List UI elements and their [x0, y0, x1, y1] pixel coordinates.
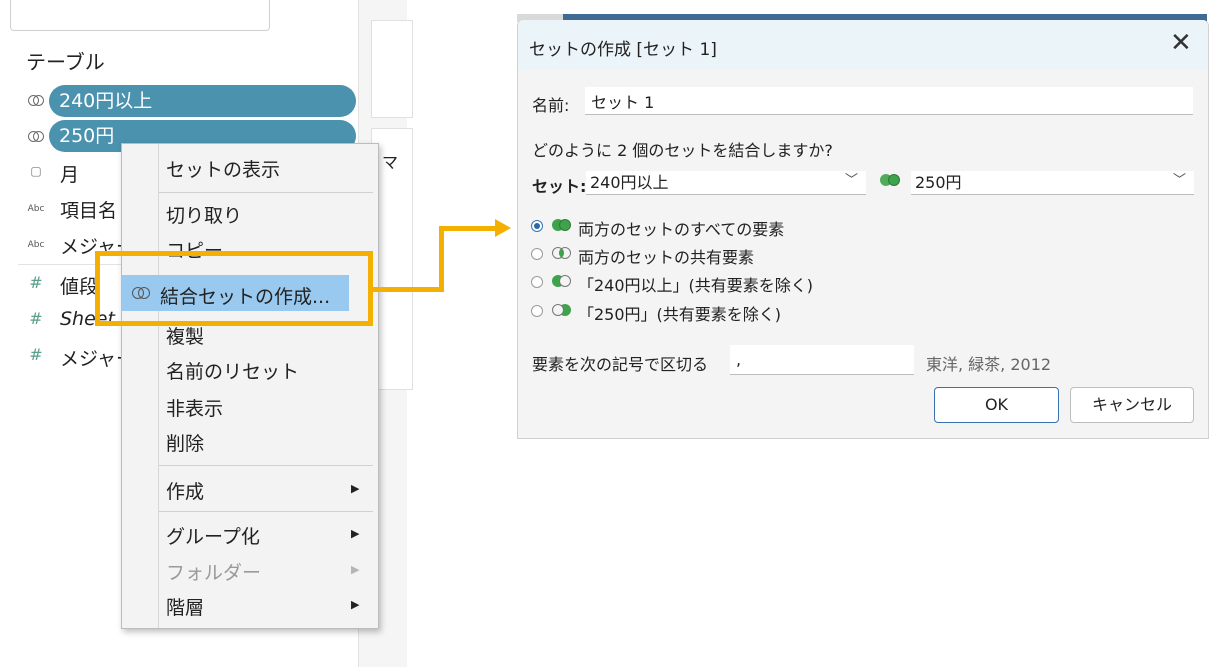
- right-set-value: 250円: [915, 173, 962, 192]
- left-only-venn-icon: [552, 275, 574, 289]
- number-icon: #: [29, 345, 43, 364]
- field-name: 月: [60, 164, 80, 186]
- field-name: 値段: [60, 276, 99, 298]
- field-item-set-240[interactable]: 240円以上: [0, 84, 365, 118]
- menu-item-delete[interactable]: 削除: [166, 429, 204, 456]
- combine-question: どのように 2 個のセットを結合しますか?: [532, 141, 833, 160]
- field-context-menu: セットの表示 切り取り コピー 結合セットの作成... 複製 名前のリセット 非…: [121, 143, 379, 629]
- calendar-icon: ▢: [30, 164, 42, 178]
- menu-item-create[interactable]: 作成: [166, 477, 204, 504]
- union-venn-icon: [552, 219, 574, 233]
- left-set-dropdown[interactable]: 240円以上 ﹀: [586, 171, 866, 195]
- menu-item-reset-name[interactable]: 名前のリセット: [166, 357, 299, 384]
- marks-card-label: マ: [382, 153, 399, 172]
- field-search-box[interactable]: [10, 0, 270, 31]
- separator-input[interactable]: [730, 345, 914, 375]
- submenu-arrow-icon: ▶: [351, 527, 360, 540]
- chevron-down-icon: ﹀: [844, 173, 858, 188]
- radio-button[interactable]: [531, 276, 543, 288]
- cancel-button[interactable]: キャンセル: [1070, 387, 1194, 423]
- right-set-dropdown[interactable]: 250円 ﹀: [911, 171, 1194, 195]
- dialog-title: セットの作成 [セット 1]: [529, 40, 717, 60]
- field-name: 項目名: [60, 200, 118, 222]
- menu-item-show-set[interactable]: セットの表示: [166, 155, 280, 182]
- chevron-down-icon: ﹀: [1172, 173, 1186, 188]
- separator-preview: 東洋, 緑茶, 2012: [926, 355, 1052, 374]
- name-label: 名前:: [532, 96, 570, 115]
- sets-label: セット:: [532, 177, 587, 196]
- left-set-value: 240円以上: [590, 173, 669, 192]
- submenu-arrow-icon: ▶: [351, 482, 360, 495]
- ok-button[interactable]: OK: [934, 387, 1059, 423]
- set-name-input[interactable]: [585, 87, 1193, 115]
- menu-icon-gutter: [158, 144, 159, 628]
- number-icon: #: [29, 309, 43, 328]
- create-set-dialog: セットの作成 [セット 1] ✕ 名前: どのように 2 個のセットを結合します…: [517, 20, 1209, 439]
- pages-shelf[interactable]: [371, 20, 413, 118]
- number-icon: #: [29, 273, 43, 292]
- menu-separator: [159, 511, 373, 512]
- radio-button[interactable]: [531, 248, 543, 260]
- submenu-arrow-icon: ▶: [351, 598, 360, 611]
- menu-item-folder: フォルダー: [166, 562, 262, 584]
- submenu-arrow-icon: ▶: [351, 563, 360, 576]
- field-name: 240円以上: [49, 85, 356, 117]
- radio-button[interactable]: [531, 305, 543, 317]
- menu-item-cut[interactable]: 切り取り: [166, 201, 242, 228]
- highlight-frame: [95, 251, 373, 326]
- callout-arrowhead: [495, 219, 511, 237]
- option-label: 「250円」(共有要素を除く): [578, 305, 782, 324]
- right-only-venn-icon: [552, 304, 574, 318]
- menu-item-hide[interactable]: 非表示: [166, 394, 223, 421]
- option-label: 両方のセットのすべての要素: [578, 220, 785, 239]
- abc-icon: Abc: [27, 240, 45, 250]
- option-label: 両方のセットの共有要素: [578, 248, 755, 267]
- menu-separator: [159, 465, 373, 466]
- menu-item-group[interactable]: グループ化: [166, 522, 260, 549]
- callout-arrow-segment: [439, 226, 497, 231]
- radio-button[interactable]: [531, 220, 543, 232]
- set-icon: [26, 130, 44, 144]
- option-label: 「240円以上」(共有要素を除く): [578, 276, 814, 295]
- callout-arrow-segment: [373, 287, 443, 292]
- close-icon[interactable]: ✕: [1170, 28, 1192, 58]
- set-icon: [26, 94, 44, 108]
- intersection-venn-icon: [552, 247, 574, 261]
- menu-item-duplicate[interactable]: 複製: [166, 322, 204, 349]
- separator-label: 要素を次の記号で区切る: [532, 355, 709, 374]
- tables-heading: テーブル: [26, 50, 105, 74]
- menu-item-hierarchy[interactable]: 階層: [166, 593, 204, 620]
- menu-separator: [159, 192, 373, 193]
- abc-icon: Abc: [27, 204, 45, 214]
- union-venn-icon: [880, 174, 902, 188]
- callout-arrow-segment: [439, 226, 444, 292]
